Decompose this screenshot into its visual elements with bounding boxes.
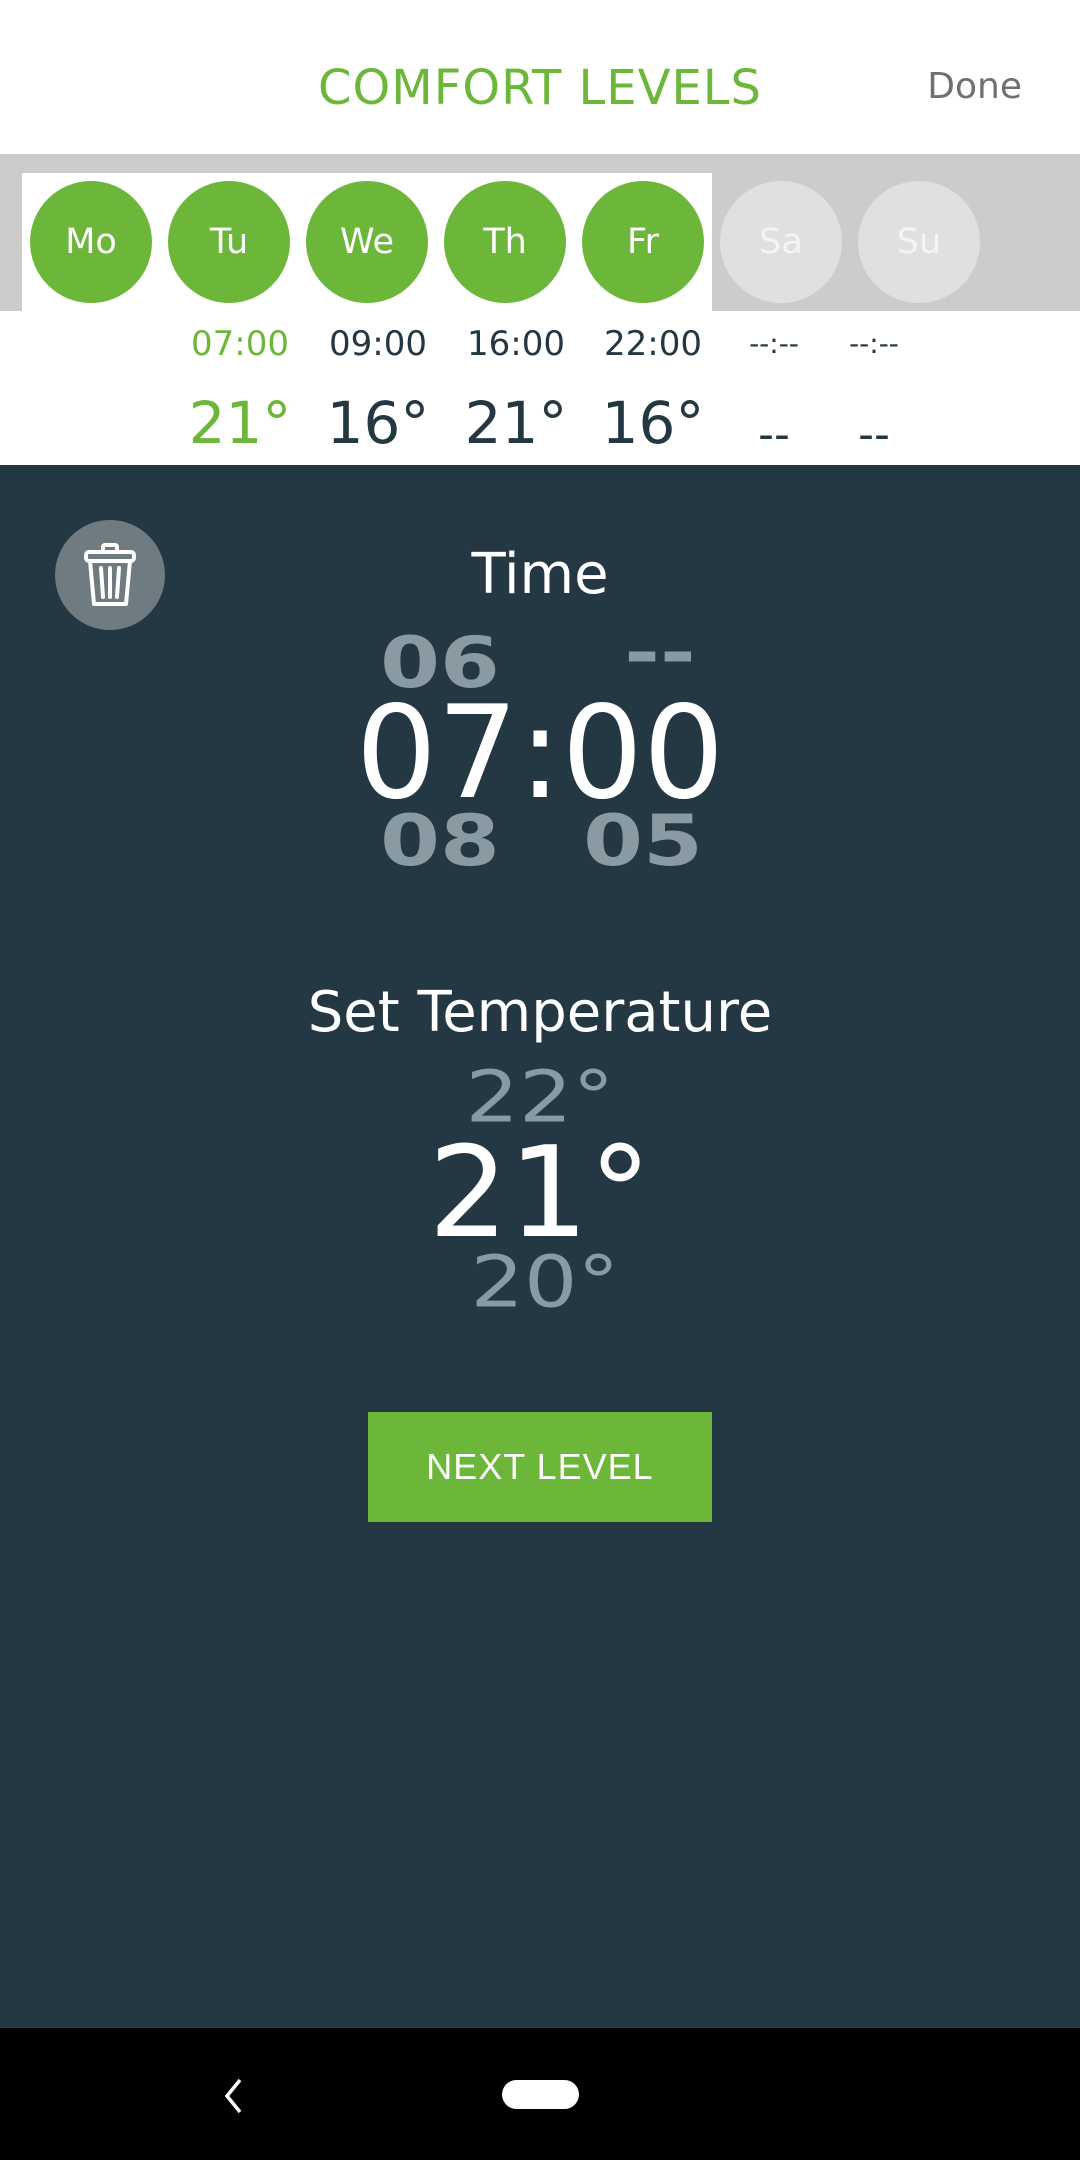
- level-time: 09:00: [329, 324, 427, 364]
- day-label: Su: [896, 222, 942, 262]
- day-toggle-su[interactable]: Su: [858, 181, 980, 303]
- minute-prev[interactable]: --: [585, 618, 735, 689]
- level-temp: --: [858, 409, 890, 460]
- day-toggle-we[interactable]: We: [306, 181, 428, 303]
- day-label: Sa: [759, 222, 803, 262]
- hour-next[interactable]: 08: [365, 806, 515, 877]
- time-current[interactable]: 07:00: [340, 690, 740, 818]
- day-label: Tu: [209, 222, 249, 262]
- day-toggle-th[interactable]: Th: [444, 181, 566, 303]
- level-temp: 21°: [464, 389, 568, 457]
- level-time: 07:00: [191, 324, 289, 364]
- level-temp: 21°: [188, 389, 292, 457]
- day-toggle-sa[interactable]: Sa: [720, 181, 842, 303]
- day-toggle-mo[interactable]: Mo: [30, 181, 152, 303]
- time-label: Time: [471, 542, 609, 607]
- nav-back-button[interactable]: [218, 2078, 252, 2114]
- page-title: COMFORT LEVELS: [318, 60, 762, 116]
- day-toggle-tu[interactable]: Tu: [168, 181, 290, 303]
- temp-next[interactable]: 20°: [395, 1246, 695, 1317]
- level-time: --:--: [849, 327, 899, 360]
- home-pill-icon[interactable]: [502, 2080, 579, 2109]
- day-label: Th: [483, 222, 527, 262]
- level-time: 22:00: [604, 324, 702, 364]
- level-temp: 16°: [326, 389, 430, 457]
- day-label: We: [339, 222, 395, 262]
- temp-current[interactable]: 21°: [390, 1130, 690, 1256]
- minute-next[interactable]: 05: [568, 806, 718, 877]
- day-label: Fr: [627, 222, 659, 262]
- day-toggle-fr[interactable]: Fr: [582, 181, 704, 303]
- next-level-button[interactable]: NEXT LEVEL: [368, 1412, 712, 1522]
- done-button[interactable]: Done: [927, 64, 1022, 110]
- level-time: 16:00: [467, 324, 565, 364]
- set-temperature-label: Set Temperature: [307, 980, 773, 1045]
- back-chevron-icon: [224, 2078, 242, 2114]
- day-label: Mo: [65, 222, 117, 262]
